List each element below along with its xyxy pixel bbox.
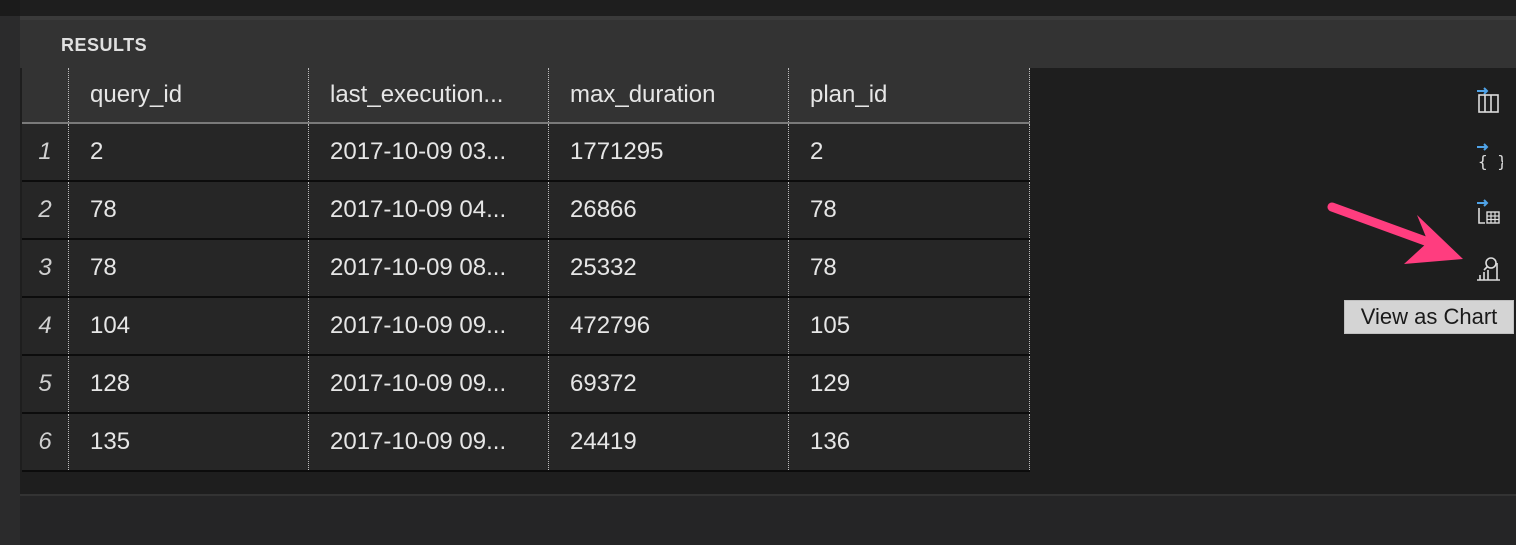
row-number: 3 bbox=[22, 240, 69, 296]
left-gutter bbox=[0, 0, 20, 545]
cell-last-execution[interactable]: 2017-10-09 08... bbox=[309, 240, 549, 296]
column-header-max-duration[interactable]: max_duration bbox=[549, 68, 789, 122]
cell-query-id[interactable]: 78 bbox=[69, 182, 309, 238]
results-bottom-border bbox=[20, 494, 1516, 496]
column-header-last-execution[interactable]: last_execution... bbox=[309, 68, 549, 122]
table-row[interactable]: 6 135 2017-10-09 09... 24419 136 bbox=[22, 414, 1030, 472]
svg-text:{ }: { } bbox=[1478, 152, 1503, 171]
cell-query-id[interactable]: 78 bbox=[69, 240, 309, 296]
column-header-query-id[interactable]: query_id bbox=[69, 68, 309, 122]
cell-plan-id[interactable]: 105 bbox=[789, 298, 1030, 354]
cell-max-duration[interactable]: 472796 bbox=[549, 298, 789, 354]
cell-last-execution[interactable]: 2017-10-09 09... bbox=[309, 414, 549, 470]
cell-max-duration[interactable]: 1771295 bbox=[549, 124, 789, 180]
cell-plan-id[interactable]: 78 bbox=[789, 182, 1030, 238]
cell-query-id[interactable]: 2 bbox=[69, 124, 309, 180]
cell-plan-id[interactable]: 2 bbox=[789, 124, 1030, 180]
row-number-header bbox=[22, 68, 69, 122]
row-number: 5 bbox=[22, 356, 69, 412]
results-title: RESULTS bbox=[61, 35, 148, 55]
table-row[interactable]: 4 104 2017-10-09 09... 472796 105 bbox=[22, 298, 1030, 356]
cell-last-execution[interactable]: 2017-10-09 03... bbox=[309, 124, 549, 180]
save-as-json-button[interactable]: { } bbox=[1466, 134, 1510, 178]
cell-plan-id[interactable]: 129 bbox=[789, 356, 1030, 412]
editor-pane-area bbox=[20, 0, 1516, 16]
save-as-json-icon: { } bbox=[1477, 143, 1503, 171]
row-number: 6 bbox=[22, 414, 69, 470]
results-header: RESULTS bbox=[20, 20, 1516, 68]
cell-max-duration[interactable]: 24419 bbox=[549, 414, 789, 470]
table-row[interactable]: 3 78 2017-10-09 08... 25332 78 bbox=[22, 240, 1030, 298]
cell-max-duration[interactable]: 25332 bbox=[549, 240, 789, 296]
save-as-excel-button[interactable] bbox=[1466, 190, 1510, 234]
table-row[interactable]: 1 2 2017-10-09 03... 1771295 2 bbox=[22, 124, 1030, 182]
column-header-plan-id[interactable]: plan_id bbox=[789, 68, 1030, 122]
save-as-excel-icon bbox=[1477, 199, 1500, 224]
view-as-chart-tooltip: View as Chart bbox=[1344, 300, 1514, 334]
table-row[interactable]: 2 78 2017-10-09 04... 26866 78 bbox=[22, 182, 1030, 240]
save-as-csv-icon bbox=[1477, 87, 1499, 113]
cell-last-execution[interactable]: 2017-10-09 09... bbox=[309, 356, 549, 412]
cell-max-duration[interactable]: 26866 bbox=[549, 182, 789, 238]
cell-last-execution[interactable]: 2017-10-09 04... bbox=[309, 182, 549, 238]
grid-header-row: query_id last_execution... max_duration … bbox=[22, 68, 1030, 124]
table-row[interactable]: 5 128 2017-10-09 09... 69372 129 bbox=[22, 356, 1030, 414]
view-as-chart-button[interactable] bbox=[1466, 246, 1510, 290]
cell-max-duration[interactable]: 69372 bbox=[549, 356, 789, 412]
annotation-arrow-icon bbox=[1327, 202, 1463, 264]
cell-last-execution[interactable]: 2017-10-09 09... bbox=[309, 298, 549, 354]
cell-query-id[interactable]: 104 bbox=[69, 298, 309, 354]
editor-pane-bottom bbox=[0, 0, 1516, 16]
view-as-chart-icon bbox=[1477, 257, 1500, 281]
cell-plan-id[interactable]: 136 bbox=[789, 414, 1030, 470]
cell-query-id[interactable]: 128 bbox=[69, 356, 309, 412]
row-number: 2 bbox=[22, 182, 69, 238]
cell-plan-id[interactable]: 78 bbox=[789, 240, 1030, 296]
cell-query-id[interactable]: 135 bbox=[69, 414, 309, 470]
row-number: 1 bbox=[22, 124, 69, 180]
save-as-csv-button[interactable] bbox=[1466, 78, 1510, 122]
row-number: 4 bbox=[22, 298, 69, 354]
results-panel: RESULTS query_id last_execution... max_d… bbox=[0, 0, 1516, 545]
results-grid[interactable]: query_id last_execution... max_duration … bbox=[22, 68, 1030, 472]
